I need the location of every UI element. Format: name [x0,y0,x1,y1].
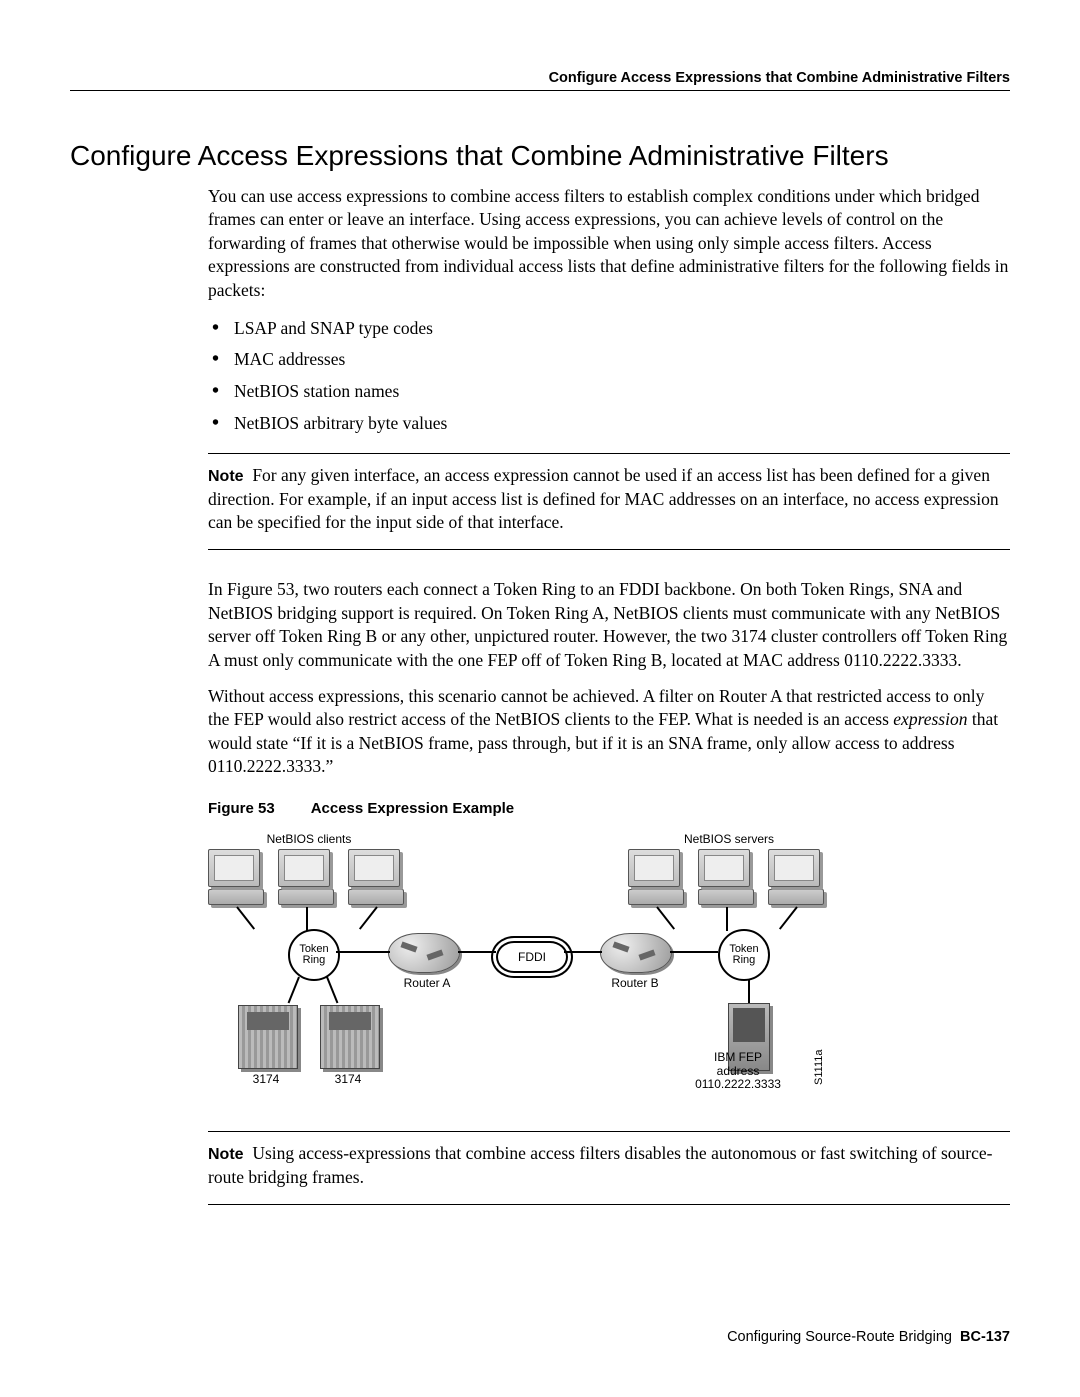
controller-3174-icon [320,1005,380,1069]
pc-icon [348,849,404,907]
footer-page-number: BC-137 [960,1329,1010,1345]
bullet-item: MAC addresses [208,348,1010,372]
intro-paragraph: You can use access expressions to combin… [208,185,1010,303]
label-netbios-servers: NetBIOS servers [664,831,794,847]
pc-icon [278,849,334,907]
label-netbios-clients: NetBIOS clients [244,831,374,847]
pc-icon [628,849,684,907]
label-3174: 3174 [246,1071,286,1087]
note2-rule-bottom [208,1204,1010,1205]
figure-53: NetBIOS clients NetBIOS servers Token Ri… [208,829,848,1109]
label-router-b: Router B [600,975,670,991]
note-label: Note [208,1146,244,1163]
note-text: Using access-expressions that combine ac… [208,1143,992,1187]
bullet-list: LSAP and SNAP type codes MAC addresses N… [208,317,1010,436]
pc-icon [768,849,824,907]
note-rule-bottom [208,549,1010,550]
para3-pre: Without access expressions, this scenari… [208,686,984,730]
page-footer: Configuring Source-Route Bridging BC-137 [727,1329,1010,1345]
footer-chapter: Configuring Source-Route Bridging [727,1329,952,1345]
figure-caption: Figure 53 Access Expression Example [208,799,1010,819]
header-rule [70,90,1010,91]
paragraph-2: In Figure 53, two routers each connect a… [208,578,1010,673]
note-text: For any given interface, an access expre… [208,465,999,532]
controller-3174-icon [238,1005,298,1069]
fddi-icon: FDDI [496,941,568,973]
section-title: Configure Access Expressions that Combin… [70,139,1010,173]
figure-title: Access Expression Example [311,800,514,817]
para3-em: expression [893,709,967,729]
note-1: Note For any given interface, an access … [208,464,1010,535]
figure-source-id: S1111a [812,1050,827,1085]
label-fep: IBM FEP address 0110.2222.3333 [688,1051,788,1091]
note-label: Note [208,468,244,485]
bullet-item: NetBIOS station names [208,380,1010,404]
running-head: Configure Access Expressions that Combin… [70,70,1010,86]
note-rule-top [208,453,1010,454]
paragraph-3: Without access expressions, this scenari… [208,685,1010,780]
bullet-item: NetBIOS arbitrary byte values [208,412,1010,436]
label-3174: 3174 [328,1071,368,1087]
token-ring-a-icon: Token Ring [288,929,340,981]
label-router-a: Router A [392,975,462,991]
router-b-icon [600,933,672,973]
router-a-icon [388,933,460,973]
pc-icon [698,849,754,907]
note-2: Note Using access-expressions that combi… [208,1142,1010,1189]
figure-number: Figure 53 [208,800,275,817]
note2-rule-top [208,1131,1010,1132]
pc-icon [208,849,264,907]
bullet-item: LSAP and SNAP type codes [208,317,1010,341]
token-ring-b-icon: Token Ring [718,929,770,981]
